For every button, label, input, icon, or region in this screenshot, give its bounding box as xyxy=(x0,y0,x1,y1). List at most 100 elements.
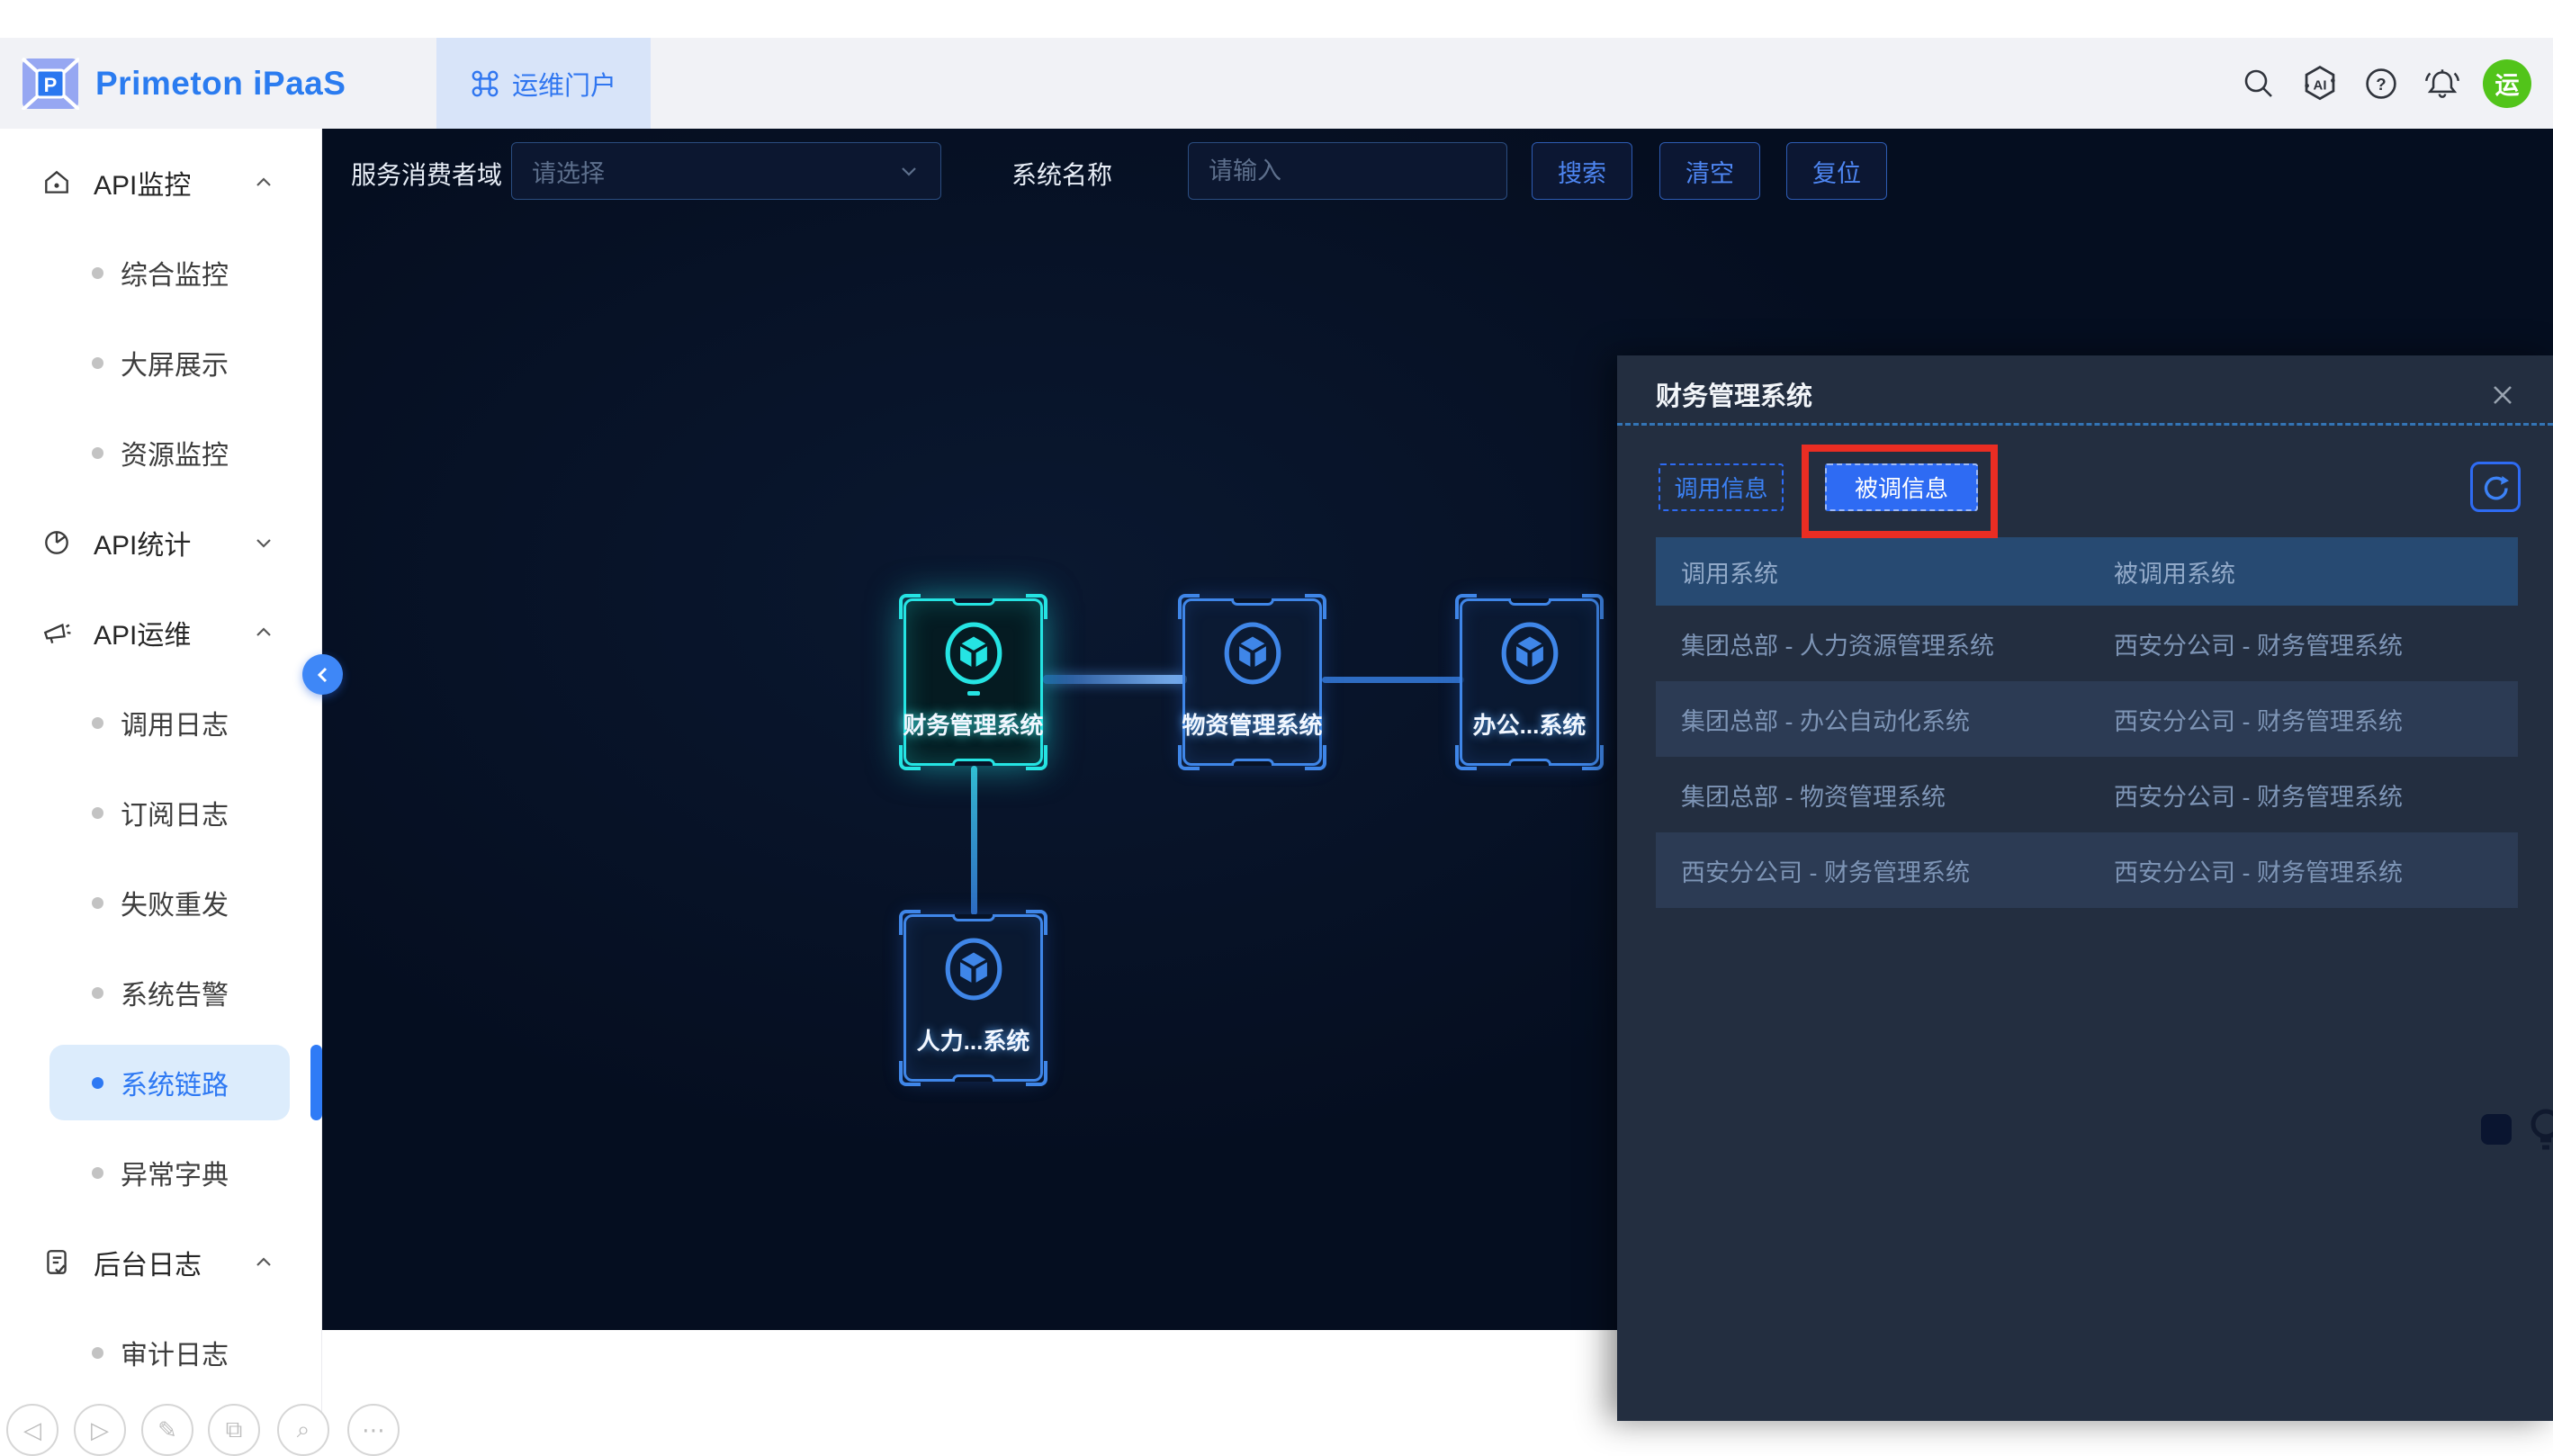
refresh-icon xyxy=(2479,471,2512,503)
sidebar-item-label: 失败重发 xyxy=(121,883,229,922)
tab-call-info[interactable]: 调用信息 xyxy=(1659,463,1784,511)
sidebar-item-label: 系统告警 xyxy=(121,973,229,1012)
avatar[interactable]: 运 xyxy=(2483,59,2531,108)
close-icon[interactable] xyxy=(2486,379,2519,411)
node-color-swatch xyxy=(2481,1114,2512,1145)
sidebar-group-api-statistics[interactable]: API统计 xyxy=(0,516,322,570)
detail-panel: 财务管理系统 调用信息 被调信息 调用系统 被调用系统 集团总部 - 人力资源管… xyxy=(1617,355,2553,1421)
table-row[interactable]: 集团总部 - 人力资源管理系统 西安分公司 - 财务管理系统 xyxy=(1656,606,2518,681)
edge-finance-material xyxy=(1043,675,1187,684)
sidebar-collapse-button[interactable] xyxy=(302,654,343,695)
node-material-system[interactable]: 物资管理系统 xyxy=(1182,598,1322,766)
command-icon xyxy=(471,69,499,98)
system-name-label: 系统名称 xyxy=(1011,156,1112,192)
sidebar-item-system-links[interactable]: 系统链路 xyxy=(0,1056,322,1110)
node-label: 人力...系统 xyxy=(897,1023,1049,1056)
sidebar-item-audit-logs[interactable]: 审计日志 xyxy=(0,1326,322,1380)
edge-material-office xyxy=(1322,677,1464,683)
sidebar-item-label: API监控 xyxy=(94,163,191,202)
ai-icon[interactable]: AI xyxy=(2299,63,2341,104)
node-label: 财务管理系统 xyxy=(897,707,1049,741)
pencil-icon[interactable]: ✎ xyxy=(141,1404,193,1456)
sidebar-item-label: 综合监控 xyxy=(121,253,229,292)
system-name-input[interactable] xyxy=(1189,143,1506,199)
sidebar-item-exception-dictionary[interactable]: 异常字典 xyxy=(0,1146,322,1200)
chevron-up-icon xyxy=(252,1251,275,1274)
svg-text:AI: AI xyxy=(2314,77,2327,93)
sidebar-item-label: 审计日志 xyxy=(121,1333,229,1372)
sidebar-item-label: 调用日志 xyxy=(121,703,229,742)
sidebar: API监控 综合监控 大屏展示 资源监控 API统计 API运维 调用日志 订阅… xyxy=(0,129,322,1421)
sidebar-item-label: 异常字典 xyxy=(121,1153,229,1192)
search-tool-icon[interactable]: ⌕ xyxy=(277,1404,329,1456)
back-icon[interactable]: ◁ xyxy=(6,1404,58,1456)
chevron-down-icon xyxy=(897,159,921,183)
node-finance-system[interactable]: 财务管理系统 xyxy=(903,598,1043,766)
callee-cell: 西安分公司 - 财务管理系统 xyxy=(2112,626,2518,661)
sidebar-item-label: 资源监控 xyxy=(121,433,229,472)
chevron-up-icon xyxy=(252,621,275,644)
header-actions: AI ? 运 xyxy=(2238,38,2531,129)
sidebar-item-label: 大屏展示 xyxy=(121,343,229,382)
table-row[interactable]: 西安分公司 - 财务管理系统 西安分公司 - 财务管理系统 xyxy=(1656,832,2518,908)
tab-ops-portal[interactable]: 运维门户 xyxy=(436,38,651,129)
sidebar-item-resource-monitoring[interactable]: 资源监控 xyxy=(0,426,322,480)
node-label: 物资管理系统 xyxy=(1176,707,1328,741)
cube-icon xyxy=(944,937,1003,1002)
table-header-row: 调用系统 被调用系统 xyxy=(1656,537,2518,606)
table-row[interactable]: 集团总部 - 物资管理系统 西安分公司 - 财务管理系统 xyxy=(1656,757,2518,832)
sidebar-item-system-alerts[interactable]: 系统告警 xyxy=(0,966,322,1020)
panel-title: 财务管理系统 xyxy=(1656,375,1812,413)
selected-item-edge-indicator xyxy=(310,1045,322,1120)
consumer-domain-label: 服务消费者域 xyxy=(351,156,502,192)
reset-button[interactable]: 复位 xyxy=(1786,142,1887,200)
select-placeholder: 请选择 xyxy=(532,154,605,189)
forward-icon[interactable]: ▷ xyxy=(74,1404,126,1456)
bullet-dot xyxy=(92,1167,103,1179)
pie-chart-icon xyxy=(41,527,72,558)
table-row[interactable]: 集团总部 - 办公自动化系统 西安分公司 - 财务管理系统 xyxy=(1656,681,2518,757)
pages-icon[interactable]: ⧉ xyxy=(208,1404,260,1456)
cube-icon xyxy=(1223,621,1282,686)
chevron-left-icon xyxy=(313,665,333,685)
primeton-logo-icon: P xyxy=(22,58,79,110)
bullet-dot xyxy=(92,807,103,819)
help-icon[interactable]: ? xyxy=(2360,63,2402,104)
svg-text:P: P xyxy=(44,74,58,96)
node-office-system[interactable]: 办公...系统 xyxy=(1460,598,1599,766)
cube-icon xyxy=(1500,621,1560,686)
sidebar-group-api-operations[interactable]: API运维 xyxy=(0,606,322,660)
search-icon[interactable] xyxy=(2238,63,2279,104)
sidebar-item-failed-resend[interactable]: 失败重发 xyxy=(0,876,322,930)
refresh-button[interactable] xyxy=(2470,462,2521,512)
search-button[interactable]: 搜索 xyxy=(1532,142,1632,200)
caller-cell: 集团总部 - 人力资源管理系统 xyxy=(1656,626,2112,661)
bulb-icon[interactable] xyxy=(2524,1106,2553,1155)
tab-called-info[interactable]: 被调信息 xyxy=(1825,463,1978,511)
chevron-up-icon xyxy=(252,171,275,194)
sidebar-group-api-monitoring[interactable]: API监控 xyxy=(0,156,322,210)
sidebar-item-call-logs[interactable]: 调用日志 xyxy=(0,696,322,750)
consumer-domain-select[interactable]: 请选择 xyxy=(511,142,941,200)
callee-cell: 西安分公司 - 财务管理系统 xyxy=(2112,777,2518,813)
bullet-dot xyxy=(92,897,103,909)
sidebar-item-comprehensive-monitoring[interactable]: 综合监控 xyxy=(0,246,322,300)
bullet-dot xyxy=(92,447,103,459)
caller-cell: 集团总部 - 物资管理系统 xyxy=(1656,777,2112,813)
more-icon[interactable]: ⋯ xyxy=(347,1404,400,1456)
bullet-dot xyxy=(92,267,103,279)
caller-cell: 集团总部 - 办公自动化系统 xyxy=(1656,702,2112,737)
sidebar-item-big-screen[interactable]: 大屏展示 xyxy=(0,336,322,390)
sidebar-item-label: 订阅日志 xyxy=(121,793,229,832)
chevron-down-icon xyxy=(252,531,275,554)
clear-button[interactable]: 清空 xyxy=(1659,142,1760,200)
sidebar-item-label: API运维 xyxy=(94,613,191,652)
sidebar-item-subscription-logs[interactable]: 订阅日志 xyxy=(0,786,322,840)
sidebar-group-backend-logs[interactable]: 后台日志 xyxy=(0,1236,322,1290)
callee-cell: 西安分公司 - 财务管理系统 xyxy=(2112,853,2518,888)
bullet-dot xyxy=(92,357,103,369)
node-hr-system[interactable]: 人力...系统 xyxy=(903,914,1043,1082)
home-icon xyxy=(41,167,72,198)
app-logo: P Primeton iPaaS xyxy=(22,38,346,129)
bell-icon[interactable] xyxy=(2422,63,2463,104)
